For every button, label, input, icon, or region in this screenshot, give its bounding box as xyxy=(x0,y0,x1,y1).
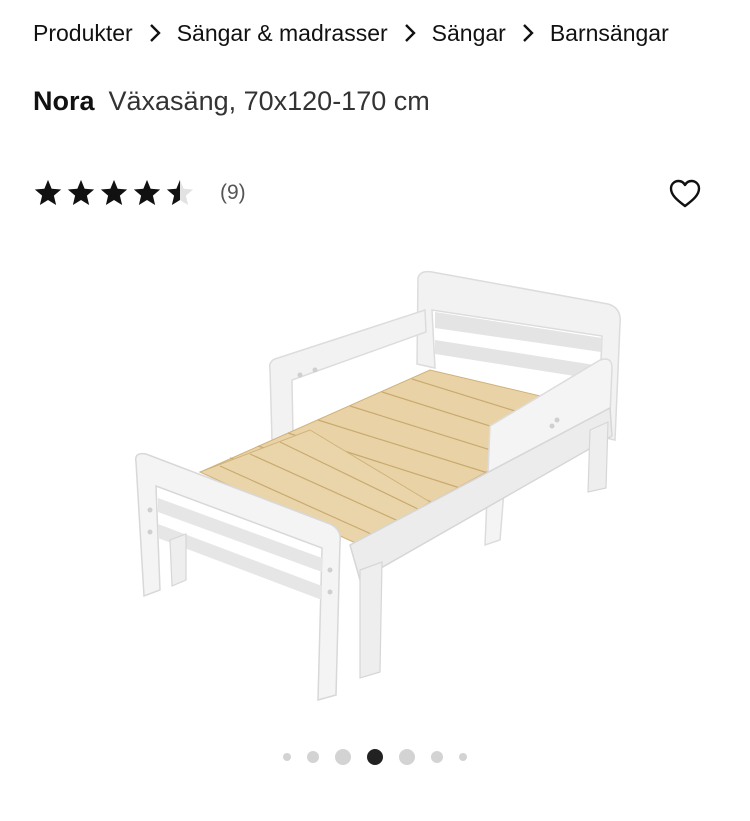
pagination-dot-active[interactable] xyxy=(367,749,383,765)
star-icon xyxy=(133,179,161,205)
review-count[interactable]: (9) xyxy=(220,181,246,205)
pagination-dot[interactable] xyxy=(459,753,467,761)
favorite-button[interactable] xyxy=(664,174,706,214)
gallery-pagination xyxy=(0,745,750,769)
product-image[interactable] xyxy=(60,240,690,720)
pagination-dot[interactable] xyxy=(431,751,443,763)
pagination-dot[interactable] xyxy=(307,751,319,763)
pagination-dot[interactable] xyxy=(283,753,291,761)
pagination-dot[interactable] xyxy=(335,749,351,765)
pagination-dot[interactable] xyxy=(399,749,415,765)
star-icon xyxy=(34,179,62,205)
rating-stars xyxy=(33,178,198,208)
chevron-right-icon xyxy=(506,14,550,52)
chevron-right-icon xyxy=(388,14,432,52)
heart-outline-icon xyxy=(669,179,701,208)
breadcrumb: Produkter Sängar & madrasser Sängar Barn… xyxy=(33,14,717,52)
product-name: Nora xyxy=(33,86,95,116)
product-title: Nora Växasäng, 70x120-170 cm xyxy=(33,86,430,126)
breadcrumb-sangar-madrasser[interactable]: Sängar & madrasser xyxy=(177,20,388,47)
star-icon xyxy=(100,179,128,205)
chevron-right-icon xyxy=(133,14,177,52)
breadcrumb-produkter[interactable]: Produkter xyxy=(33,20,133,47)
product-rating[interactable]: (9) xyxy=(33,176,246,210)
bed-illustration xyxy=(134,270,621,701)
product-description: Växasäng, 70x120-170 cm xyxy=(108,86,430,116)
star-icon xyxy=(67,179,95,205)
breadcrumb-barnsangar[interactable]: Barnsängar xyxy=(550,20,669,47)
breadcrumb-sangar[interactable]: Sängar xyxy=(432,20,506,47)
star-icon xyxy=(166,179,194,206)
